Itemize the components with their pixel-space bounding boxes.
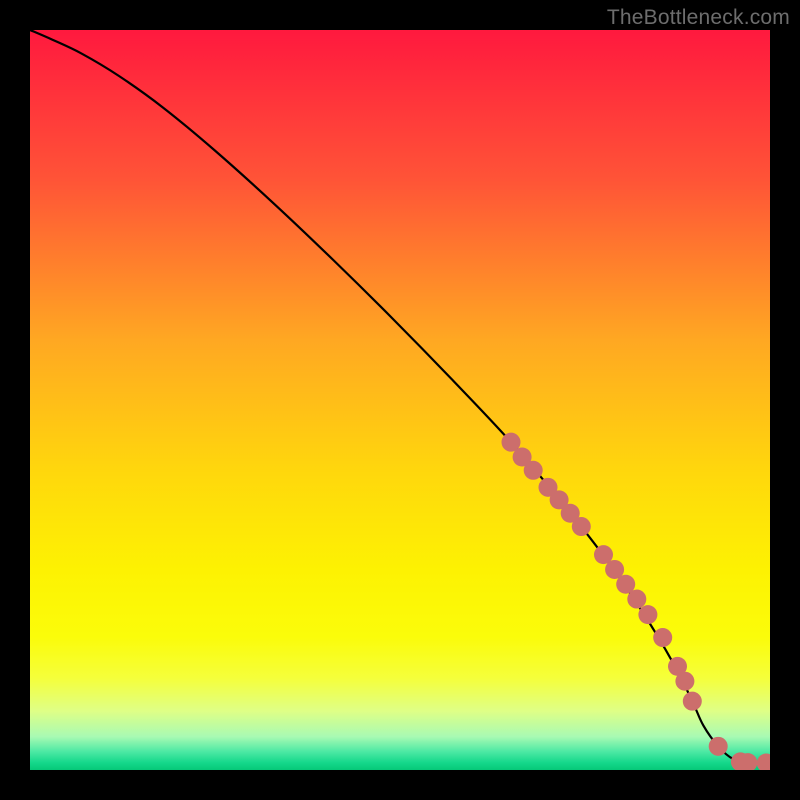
data-marker <box>709 737 728 756</box>
data-marker <box>757 753 770 770</box>
plot-area <box>30 30 770 770</box>
data-marker <box>653 628 672 647</box>
data-marker <box>675 672 694 691</box>
curve-layer <box>30 30 770 770</box>
data-marker <box>572 517 591 536</box>
data-marker <box>638 605 657 624</box>
marker-group <box>502 433 771 770</box>
bottleneck-curve <box>30 30 766 763</box>
watermark-label: TheBottleneck.com <box>607 6 790 30</box>
data-marker <box>683 692 702 711</box>
data-marker <box>627 590 646 609</box>
data-marker <box>524 461 543 480</box>
chart-stage: TheBottleneck.com <box>0 0 800 800</box>
